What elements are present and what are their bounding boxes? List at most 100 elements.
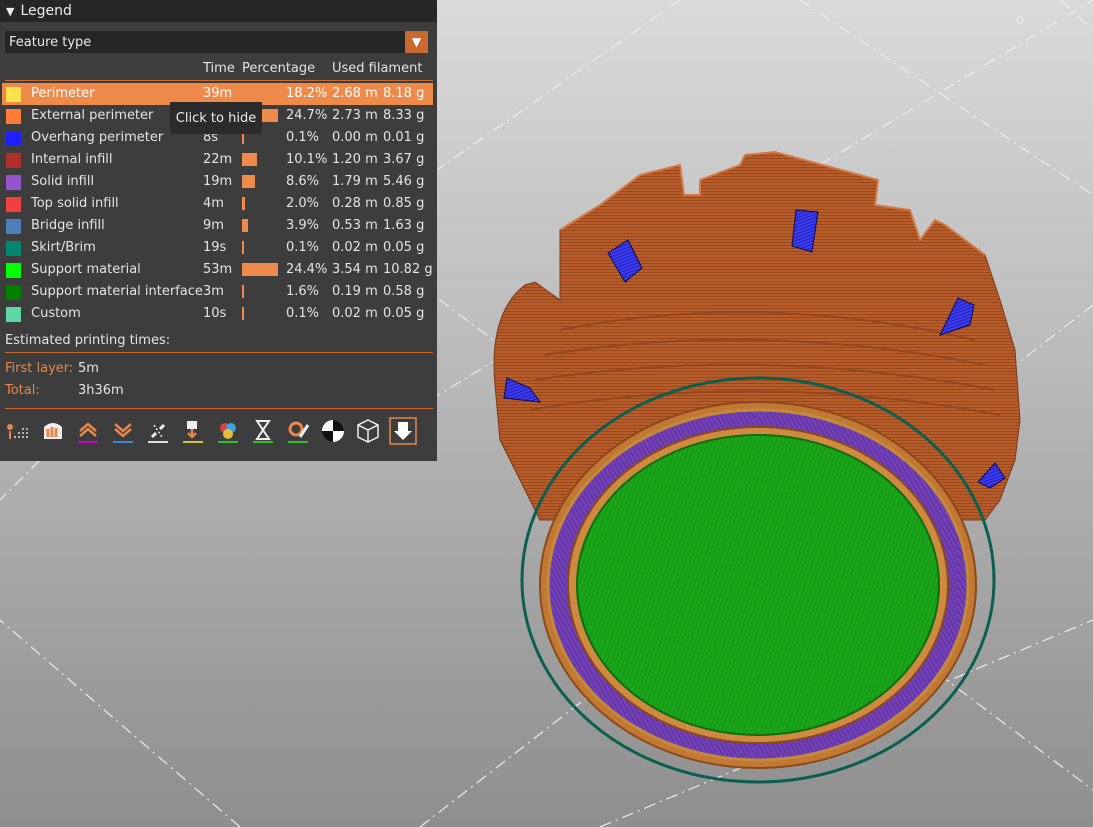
feature-percentage: 1.6% — [286, 284, 320, 299]
color-swatch — [6, 263, 21, 278]
color-swatch — [6, 219, 21, 234]
wipe-icon[interactable] — [39, 417, 67, 445]
percentage-bar — [242, 241, 244, 254]
percentage-bar — [242, 153, 257, 166]
color-swatch — [6, 241, 21, 256]
legend-row[interactable]: Support material interface 3m 1.6% 0.19 m 0.… — [0, 281, 437, 303]
feature-percentage: 3.9% — [286, 218, 320, 233]
feature-percentage: 8.6% — [286, 174, 320, 189]
estimated-times-label: Estimated printing times: — [5, 333, 171, 348]
feature-time: 19s — [203, 240, 227, 255]
shells-icon[interactable] — [354, 417, 382, 445]
total-label: Total: — [5, 383, 40, 398]
legend-row[interactable]: Top solid infill 4m 2.0% 0.28 m 0.85 g — [0, 193, 437, 215]
percentage-bar — [242, 263, 278, 276]
feature-percentage: 24.4% — [286, 262, 328, 277]
legend-row[interactable]: Bridge infill 9m 3.9% 0.53 m 1.63 g — [0, 215, 437, 237]
pause-icon[interactable] — [249, 417, 277, 445]
tool-marker-icon[interactable] — [389, 417, 417, 445]
feature-length: 2.73 m — [332, 108, 378, 123]
support-material-disk — [576, 434, 940, 736]
color-swatch — [6, 109, 21, 124]
chevron-down-icon[interactable]: ▼ — [405, 31, 428, 53]
column-header-percentage: Percentage — [242, 61, 316, 76]
feature-time: 3m — [203, 284, 224, 299]
deretractions-icon[interactable] — [109, 417, 137, 445]
legend-header[interactable]: ▼ Legend — [0, 0, 437, 22]
percentage-bar — [242, 285, 245, 298]
feature-length: 0.28 m — [332, 196, 378, 211]
color-swatch — [6, 197, 21, 212]
legend-title: Legend — [20, 3, 72, 19]
percentage-bar — [242, 197, 245, 210]
percentage-bar — [242, 175, 255, 188]
feature-name: Bridge infill — [31, 218, 105, 233]
color-swatch — [6, 285, 21, 300]
feature-weight: 0.05 g — [383, 240, 425, 255]
toolbar-divider — [5, 408, 433, 409]
feature-weight: 5.46 g — [383, 174, 425, 189]
travel-icon[interactable] — [4, 417, 32, 445]
legend-panel: ▼ Legend Feature type ▼ Time Percentage … — [0, 0, 437, 461]
feature-time: 4m — [203, 196, 224, 211]
first-layer-label: First layer: — [5, 361, 74, 376]
feature-name: Internal infill — [31, 152, 113, 167]
feature-percentage: 18.2% — [286, 86, 328, 101]
feature-length: 2.68 m — [332, 86, 378, 101]
feature-name: Solid infill — [31, 174, 95, 189]
view-type-combo[interactable]: Feature type ▼ — [5, 31, 428, 53]
legend-row[interactable]: Custom 10s 0.1% 0.02 m 0.05 g — [0, 303, 437, 325]
feature-percentage: 0.1% — [286, 306, 320, 321]
feature-name: Support material — [31, 262, 141, 277]
color-swatch — [6, 307, 21, 322]
feature-time: 19m — [203, 174, 233, 189]
feature-name: Support material interface — [31, 284, 203, 299]
feature-name: Skirt/Brim — [31, 240, 96, 255]
feature-length: 0.19 m — [332, 284, 378, 299]
total-value: 3h36m — [78, 383, 124, 398]
tooltip: Click to hide — [170, 102, 262, 134]
legend-row[interactable]: Internal infill 22m 10.1% 1.20 m 3.67 g — [0, 149, 437, 171]
feature-percentage: 0.1% — [286, 240, 320, 255]
legend-row[interactable]: Solid infill 19m 8.6% 1.79 m 5.46 g — [0, 171, 437, 193]
percentage-bar — [242, 307, 244, 320]
feature-weight: 0.05 g — [383, 306, 425, 321]
color-swatch — [6, 131, 21, 146]
feature-length: 3.54 m — [332, 262, 378, 277]
feature-weight: 8.18 g — [383, 86, 425, 101]
color-swatch — [6, 153, 21, 168]
custom-gcode-icon[interactable] — [284, 417, 312, 445]
seams-icon[interactable] — [144, 417, 172, 445]
center-of-gravity-icon[interactable] — [319, 417, 347, 445]
origin-marker — [1016, 16, 1024, 24]
feature-name: Custom — [31, 306, 81, 321]
retractions-icon[interactable] — [74, 417, 102, 445]
feature-percentage: 0.1% — [286, 130, 320, 145]
feature-length: 0.00 m — [332, 130, 378, 145]
feature-length: 1.79 m — [332, 174, 378, 189]
feature-percentage: 2.0% — [286, 196, 320, 211]
percentage-bar — [242, 219, 248, 232]
feature-weight: 0.01 g — [383, 130, 425, 145]
color-swatch — [6, 175, 21, 190]
collapse-triangle-icon[interactable]: ▼ — [6, 5, 14, 18]
color-changes-icon[interactable] — [214, 417, 242, 445]
view-type-value: Feature type — [9, 34, 92, 50]
feature-length: 0.53 m — [332, 218, 378, 233]
feature-name: External perimeter — [31, 108, 154, 123]
feature-time: 39m — [203, 86, 233, 101]
column-header-used-filament: Used filament — [332, 61, 423, 76]
column-header-time: Time — [203, 61, 235, 76]
tool-changes-icon[interactable] — [179, 417, 207, 445]
legend-row[interactable]: Skirt/Brim 19s 0.1% 0.02 m 0.05 g — [0, 237, 437, 259]
feature-percentage: 10.1% — [286, 152, 328, 167]
feature-name: Perimeter — [31, 86, 95, 101]
feature-length: 0.02 m — [332, 240, 378, 255]
feature-weight: 0.58 g — [383, 284, 425, 299]
feature-time: 10s — [203, 306, 227, 321]
feature-name: Top solid infill — [31, 196, 119, 211]
color-swatch — [6, 87, 21, 102]
legend-row[interactable]: Support material 53m 24.4% 3.54 m 10.82 g — [0, 259, 437, 281]
header-divider — [5, 80, 433, 81]
feature-percentage: 24.7% — [286, 108, 328, 123]
